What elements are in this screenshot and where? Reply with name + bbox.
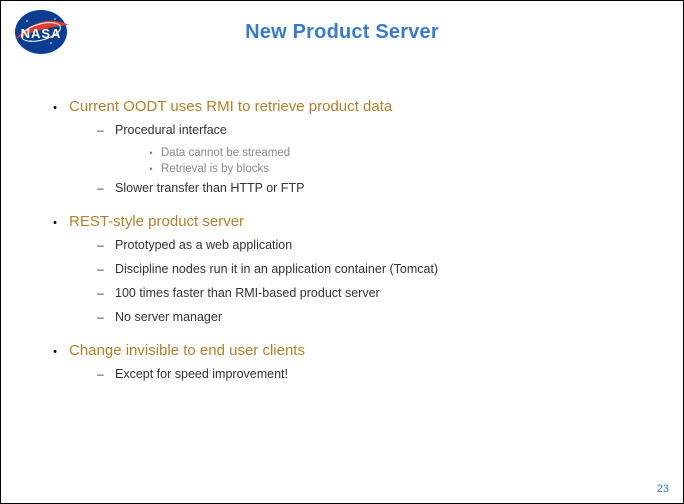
sub-bullet-text: No server manager [115,310,222,324]
slide-content: • Current OODT uses RMI to retrieve prod… [1,44,683,381]
bullet-text: Current OODT uses RMI to retrieve produc… [69,98,392,115]
page-number: 23 [657,483,669,495]
dash-icon: – [97,367,115,381]
sub-bullet-text: Slower transfer than HTTP or FTP [115,181,304,195]
bullet-text: Change invisible to end user clients [69,342,305,359]
sub-bullet-text: Except for speed improvement! [115,367,288,381]
dash-icon: – [97,310,115,324]
bullet-text: REST-style product server [69,213,244,230]
svg-text:NASA: NASA [21,26,62,41]
sub-bullet-item: – Prototyped as a web application [97,238,643,252]
bullet-item: • Current OODT uses RMI to retrieve prod… [41,98,643,195]
sub-bullet-item: – Procedural interface [97,123,643,137]
subsub-bullet-item: • Data cannot be streamed [141,147,643,159]
sub-bullet-text: Discipline nodes run it in an applicatio… [115,262,438,276]
sub-bullet-item: – Discipline nodes run it in an applicat… [97,262,643,276]
sub-bullet-text: 100 times faster than RMI-based product … [115,286,380,300]
nasa-logo-icon: NASA [11,7,71,57]
sub-bullet-text: Procedural interface [115,123,227,137]
sub-bullet-item: – No server manager [97,310,643,324]
dash-icon: – [97,238,115,252]
subsub-bullet-text: Data cannot be streamed [161,147,290,159]
dash-icon: – [97,262,115,276]
bullet-icon: • [41,102,69,114]
subsub-bullet-item: • Retrieval is by blocks [141,163,643,175]
sub-bullet-item: – Except for speed improvement! [97,367,643,381]
bullet-item: • REST-style product server – Prototyped… [41,213,643,324]
bullet-icon: • [41,217,69,229]
subsub-bullet-text: Retrieval is by blocks [161,163,269,175]
sub-bullet-item: – Slower transfer than HTTP or FTP [97,181,643,195]
slide-title: New Product Server [1,1,683,44]
tiny-bullet-icon: • [141,164,161,174]
dash-icon: – [97,123,115,137]
sub-bullet-text: Prototyped as a web application [115,238,292,252]
sub-bullet-item: – 100 times faster than RMI-based produc… [97,286,643,300]
tiny-bullet-icon: • [141,148,161,158]
bullet-icon: • [41,346,69,358]
dash-icon: – [97,181,115,195]
bullet-item: • Change invisible to end user clients –… [41,342,643,381]
dash-icon: – [97,286,115,300]
